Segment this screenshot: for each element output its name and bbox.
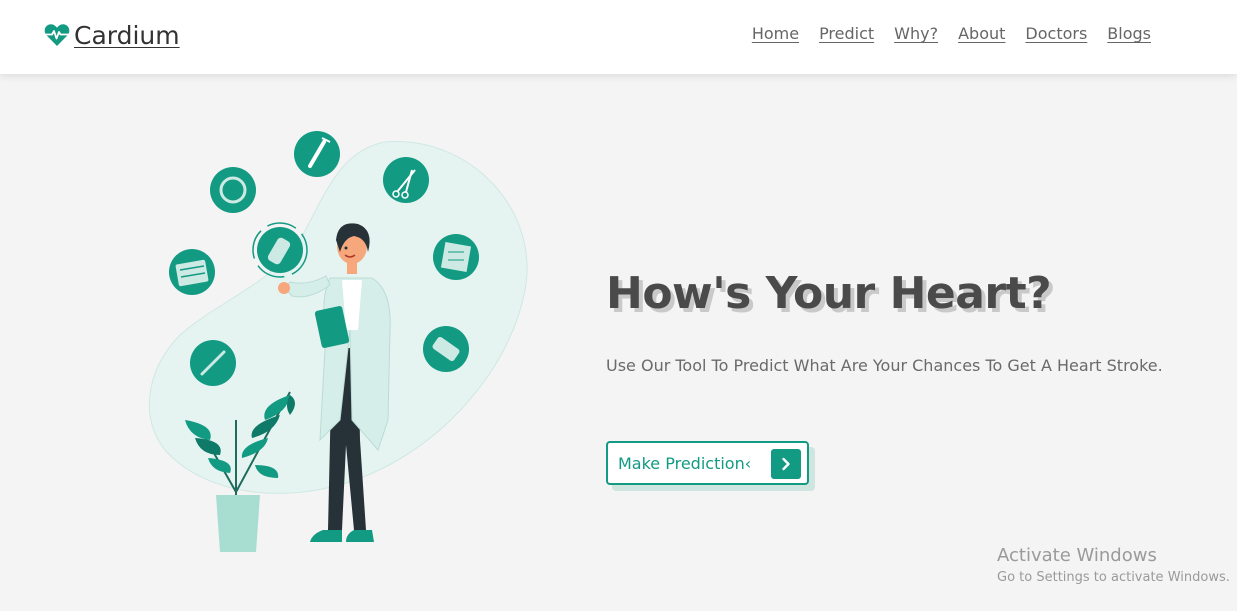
chevron-right-icon — [771, 449, 801, 479]
thermometer-icon — [190, 340, 236, 386]
watermark-title: Activate Windows — [997, 545, 1157, 566]
nav-link-predict[interactable]: Predict — [819, 24, 874, 43]
cta-wrapper: Make Prediction‹ — [606, 441, 815, 491]
pills-icon — [423, 326, 469, 372]
watermark-subtitle: Go to Settings to activate Windows. — [997, 570, 1230, 585]
nav-link-about[interactable]: About — [958, 24, 1005, 43]
calendar-icon — [169, 249, 215, 295]
hero-illustration — [140, 120, 540, 560]
scissors-icon — [383, 157, 429, 203]
nav-menu: Home Predict Why? About Doctors Blogs — [752, 24, 1151, 43]
ring-icon — [210, 167, 256, 213]
heart-pulse-icon — [44, 23, 70, 47]
brand-logo-link[interactable]: Cardium — [44, 18, 180, 52]
nav-link-home[interactable]: Home — [752, 24, 799, 43]
cta-label: Make Prediction‹ — [618, 453, 752, 473]
bandage-icon — [252, 222, 308, 278]
hero-title: How's Your Heart? — [606, 268, 1052, 319]
gauze-icon — [433, 234, 479, 280]
nav-link-doctors[interactable]: Doctors — [1025, 24, 1087, 43]
hero-subtitle: Use Our Tool To Predict What Are Your Ch… — [606, 356, 1163, 375]
activate-windows-watermark: Activate Windows Go to Settings to activ… — [997, 545, 1230, 585]
nav-link-why[interactable]: Why? — [894, 24, 938, 43]
make-prediction-button[interactable]: Make Prediction‹ — [606, 441, 809, 485]
syringe-icon — [294, 131, 340, 177]
brand-name: Cardium — [74, 20, 180, 50]
navbar: Cardium Home Predict Why? About Doctors … — [0, 0, 1237, 74]
nav-link-blogs[interactable]: Blogs — [1107, 24, 1151, 43]
